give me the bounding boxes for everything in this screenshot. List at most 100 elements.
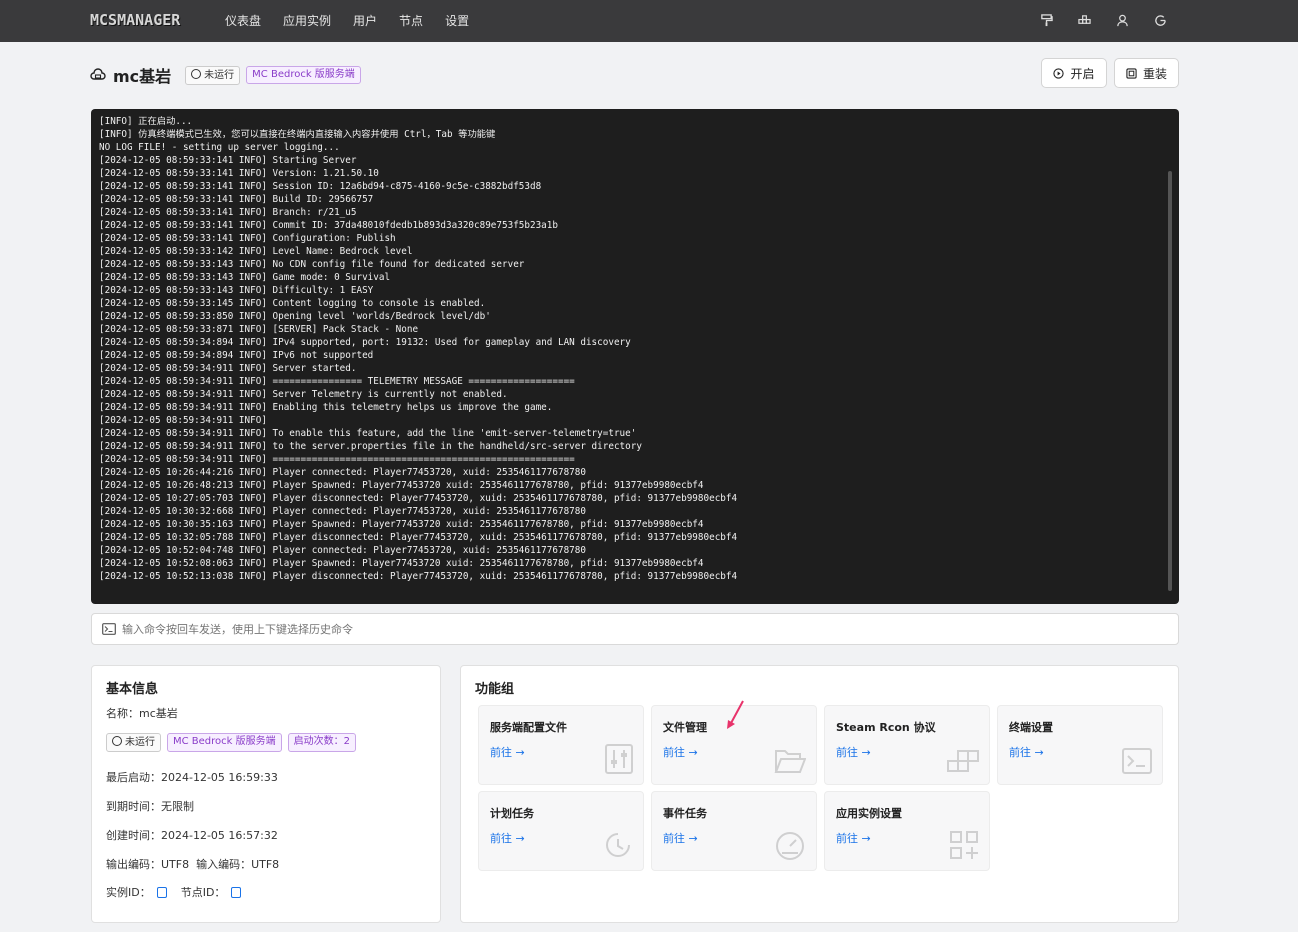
terminal-line: [2024-12-05 10:32:05:788 INFO] Player di… — [99, 532, 738, 543]
go-label: 前往 — [490, 832, 512, 845]
terminal-line: [2024-12-05 08:59:33:141 INFO] Branch: r… — [99, 207, 357, 218]
feature-go-link[interactable]: 前往 → — [663, 830, 698, 846]
terminal-line: [2024-12-05 08:59:33:141 INFO] Configura… — [99, 233, 396, 244]
user-icon[interactable] — [1112, 10, 1132, 30]
terminal-line: [2024-12-05 08:59:34:911 INFO] =========… — [99, 454, 575, 465]
info-icon — [112, 736, 122, 746]
terminal-line: [2024-12-05 10:30:35:163 INFO] Player Sp… — [99, 519, 704, 530]
feature-go-link[interactable]: 前往 → — [836, 830, 871, 846]
status-text: 未运行 — [125, 737, 155, 748]
terminal-line: [2024-12-05 08:59:33:143 INFO] No CDN co… — [99, 259, 525, 270]
start-count-badge: 启动次数：2 — [287, 733, 357, 752]
cloud-server-icon — [90, 66, 108, 84]
terminal-line: [2024-12-05 08:59:33:142 INFO] Level Nam… — [99, 246, 413, 257]
status-text: 未运行 — [204, 69, 235, 81]
terminal-line: [2024-12-05 08:59:34:894 INFO] IPv6 not … — [99, 350, 374, 361]
terminal-scrollbar[interactable] — [1168, 171, 1172, 591]
annotation-arrow — [727, 700, 744, 729]
arrow-right-icon: → — [515, 832, 525, 845]
main-nav: 仪表盘 应用实例 用户 节点 设置 — [225, 12, 491, 29]
terminal-line: [INFO] 仿真终端模式已生效，您可以直接在终端内直接输入内容并使用 Ctrl… — [99, 129, 496, 140]
feature-steam-rcon[interactable]: Steam Rcon 协议 前往 → — [824, 705, 990, 785]
terminal-line: [2024-12-05 08:59:33:871 INFO] [SERVER] … — [99, 324, 419, 335]
app-logo[interactable]: MCSMANAGER — [90, 11, 180, 29]
arrow-right-icon: → — [688, 746, 698, 759]
start-button-label: 开启 — [1070, 66, 1095, 81]
go-label: 前往 — [1009, 746, 1031, 759]
reinstall-icon — [1126, 67, 1137, 79]
nav-item-instances[interactable]: 应用实例 — [283, 12, 331, 29]
play-icon — [1053, 67, 1065, 79]
arrow-right-icon: → — [515, 746, 525, 759]
top-navbar: MCSMANAGER 仪表盘 应用实例 用户 节点 设置 — [0, 0, 1298, 42]
go-label: 前往 — [836, 746, 858, 759]
terminal-line: [INFO] 正在启动... — [99, 116, 193, 127]
terminal-line: [2024-12-05 08:59:33:141 INFO] Version: … — [99, 168, 379, 179]
reinstall-button[interactable]: 重装 — [1114, 58, 1179, 88]
terminal-line: [2024-12-05 08:59:33:141 INFO] Commit ID… — [99, 220, 558, 231]
terminal-line: [2024-12-05 08:59:34:894 INFO] IPv4 supp… — [99, 337, 631, 348]
go-label: 前往 — [663, 832, 685, 845]
terminal-line: [2024-12-05 08:59:33:850 INFO] Opening l… — [99, 311, 491, 322]
terminal-line: [2024-12-05 08:59:33:141 INFO] Session I… — [99, 181, 542, 192]
feature-go-link[interactable]: 前往 → — [1009, 744, 1044, 760]
terminal-line: [2024-12-05 08:59:34:911 INFO] — [99, 415, 267, 426]
terminal-line: [2024-12-05 10:52:08:063 INFO] Player Sp… — [99, 558, 704, 569]
copy-icon[interactable] — [231, 887, 242, 898]
nav-item-users[interactable]: 用户 — [353, 12, 377, 29]
feature-group-card: 功能组 服务端配置文件 前往 → 文件管理 前往 → Steam Rcon 协议… — [460, 665, 1179, 923]
feature-go-link[interactable]: 前往 → — [490, 744, 525, 760]
terminal-line: [2024-12-05 08:59:34:911 INFO] Enabling … — [99, 402, 553, 413]
go-label: 前往 — [836, 832, 858, 845]
nav-item-settings[interactable]: 设置 — [445, 12, 469, 29]
logout-icon[interactable] — [1150, 10, 1170, 30]
start-button[interactable]: 开启 — [1041, 58, 1107, 88]
basic-info-card: 基本信息 名称：mc基岩 未运行 MC Bedrock 版服务端 启动次数：2 … — [91, 665, 441, 923]
feature-event-tasks[interactable]: 事件任务 前往 → — [651, 791, 817, 871]
terminal-line: [2024-12-05 10:30:32:668 INFO] Player co… — [99, 506, 586, 517]
instance-name: 名称：mc基岩 — [106, 707, 178, 720]
terminal-line: [2024-12-05 08:59:33:141 INFO] Starting … — [99, 155, 357, 166]
arrow-right-icon: → — [861, 832, 871, 845]
nav-item-nodes[interactable]: 节点 — [399, 12, 423, 29]
last-start-time: 最后启动：2024-12-05 16:59:33 — [106, 771, 278, 784]
nav-item-dashboard[interactable]: 仪表盘 — [225, 12, 261, 29]
terminal-line: [2024-12-05 08:59:33:145 INFO] Content l… — [99, 298, 486, 309]
command-input[interactable] — [120, 621, 1024, 637]
dashboard-icon — [776, 832, 804, 860]
terminal-console[interactable]: [INFO] 正在启动... [INFO] 仿真终端模式已生效，您可以直接在终端内… — [91, 109, 1179, 604]
terminal-icon — [1122, 748, 1152, 774]
terminal-line: [2024-12-05 08:59:34:911 INFO] to the se… — [99, 441, 642, 452]
terminal-line: [2024-12-05 10:52:04:748 INFO] Player co… — [99, 545, 586, 556]
feature-instance-settings[interactable]: 应用实例设置 前往 → — [824, 791, 990, 871]
encoding-info: 输出编码：UTF8 输入编码：UTF8 — [106, 858, 280, 871]
status-badge: 未运行 — [185, 65, 241, 85]
feature-go-link[interactable]: 前往 → — [490, 830, 525, 846]
instance-header: mc基岩 未运行 MC Bedrock 版服务端 — [90, 63, 367, 87]
terminal-line: [2024-12-05 08:59:34:911 INFO] Server Te… — [99, 389, 508, 400]
type-badge: MC Bedrock 版服务端 — [167, 733, 282, 752]
created-time: 创建时间：2024-12-05 16:57:32 — [106, 829, 278, 842]
arrow-right-icon: → — [1034, 746, 1044, 759]
command-bar — [91, 613, 1179, 645]
feature-terminal-settings[interactable]: 终端设置 前往 → — [997, 705, 1163, 785]
terminal-line: [2024-12-05 08:59:33:143 INFO] Game mode… — [99, 272, 391, 283]
arrow-right-icon: → — [861, 746, 871, 759]
feature-title: 终端设置 — [1009, 721, 1053, 734]
feature-server-config[interactable]: 服务端配置文件 前往 → — [478, 705, 644, 785]
paint-roller-icon[interactable] — [1036, 10, 1056, 30]
apps-icon[interactable] — [1074, 10, 1094, 30]
expire-time: 到期时间：无限制 — [106, 800, 194, 813]
arrow-right-icon: → — [688, 832, 698, 845]
feature-title: 事件任务 — [663, 807, 707, 820]
feature-go-link[interactable]: 前往 → — [663, 744, 698, 760]
status-badge: 未运行 — [106, 733, 161, 752]
terminal-line: NO LOG FILE! - setting up server logging… — [99, 142, 340, 153]
instance-id-label: 实例ID： — [106, 886, 151, 899]
node-id-label: 节点ID： — [180, 886, 226, 899]
copy-icon[interactable] — [156, 887, 167, 898]
feature-go-link[interactable]: 前往 → — [836, 744, 871, 760]
go-label: 前往 — [490, 746, 512, 759]
feature-scheduled-tasks[interactable]: 计划任务 前往 → — [478, 791, 644, 871]
basic-info-title: 基本信息 — [106, 682, 159, 697]
